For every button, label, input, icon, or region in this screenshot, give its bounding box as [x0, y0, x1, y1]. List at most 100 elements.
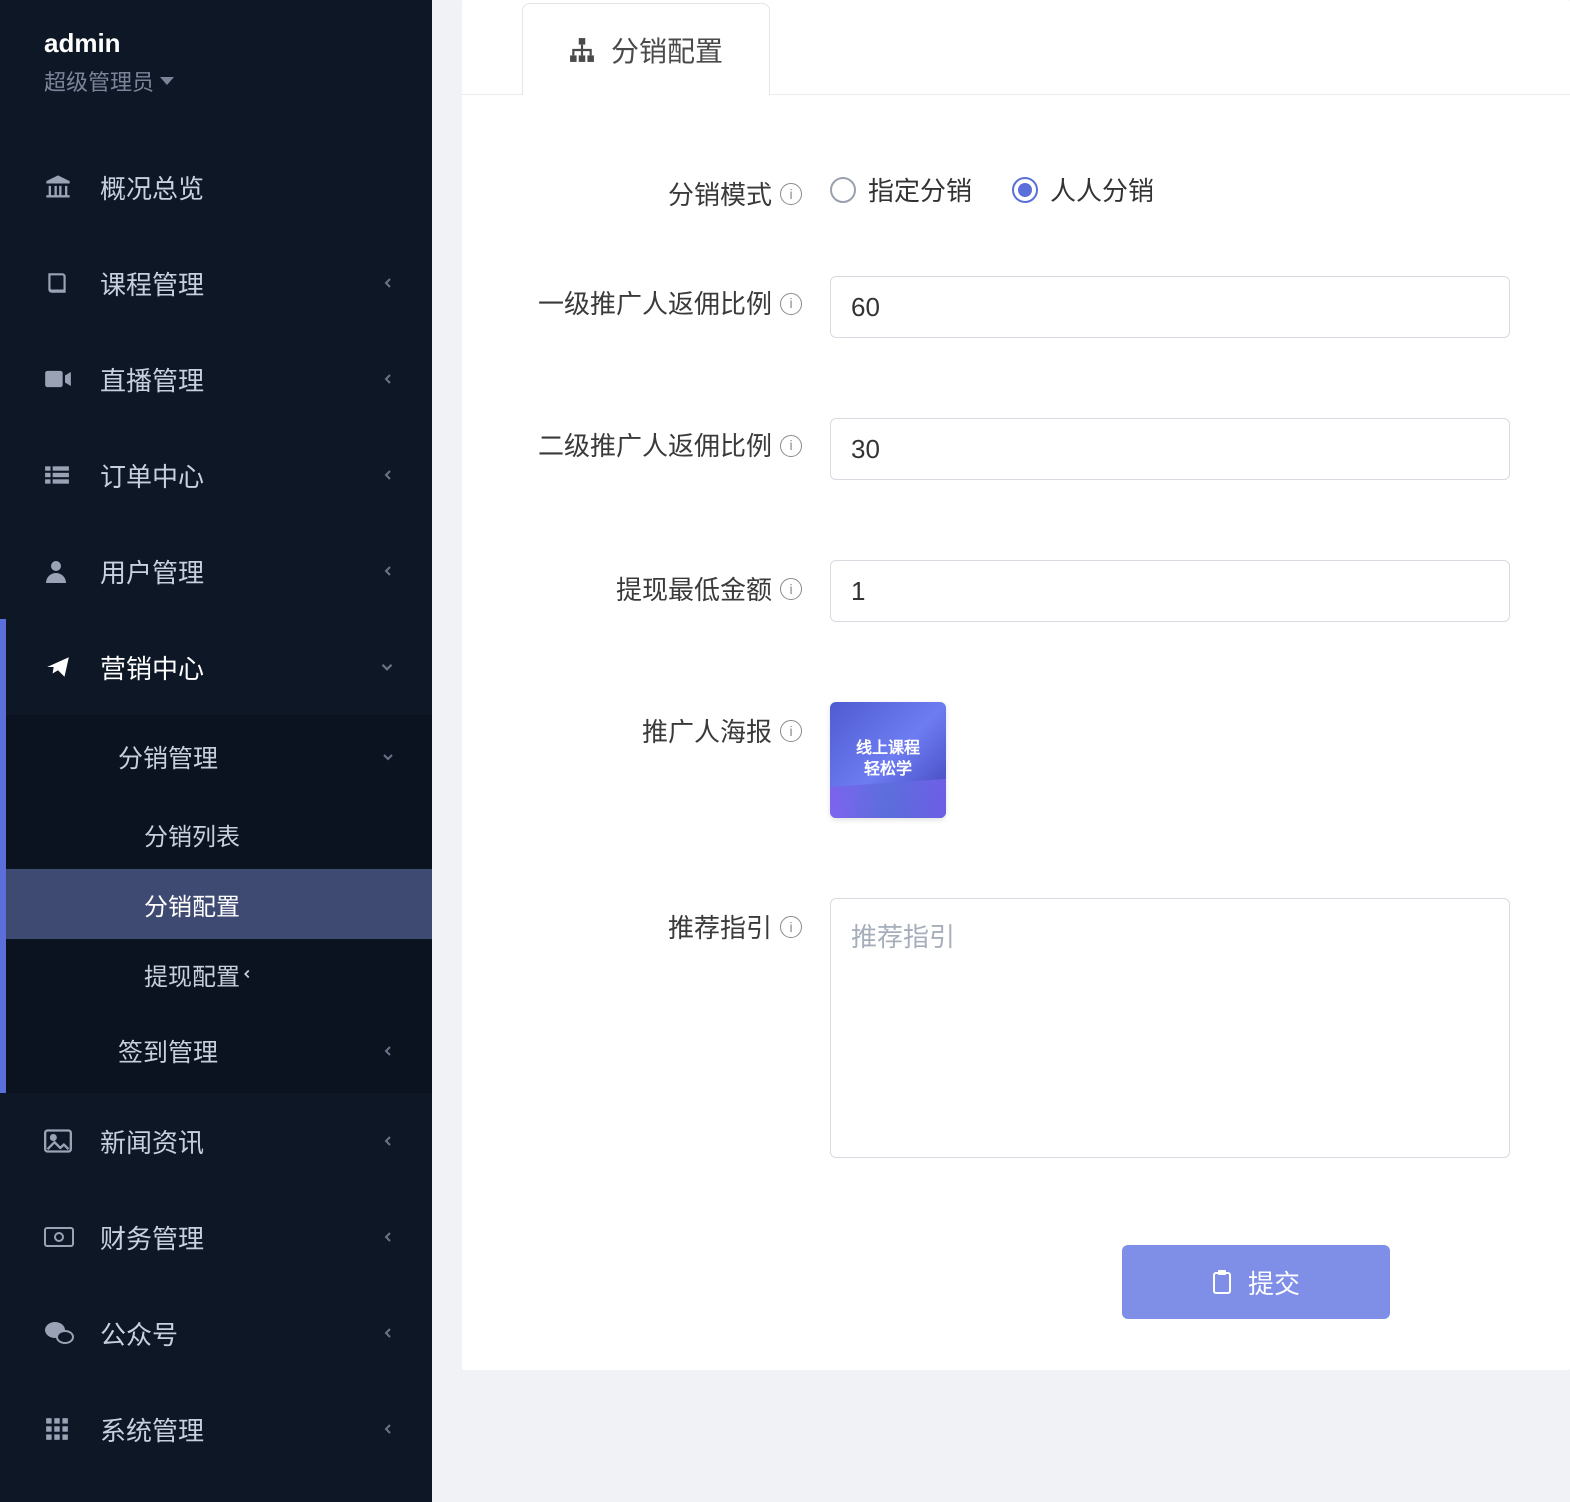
label-text: 分销模式 [668, 175, 772, 212]
label-text: 推荐指引 [668, 908, 772, 945]
nav: 概况总览 课程管理 直播管理 订单中心 [0, 139, 432, 1477]
grid-icon [44, 1416, 78, 1442]
form-row-level2: 二级推广人返佣比例 i [522, 418, 1510, 480]
form-row-guide: 推荐指引 i [522, 898, 1510, 1165]
input-min-withdraw[interactable] [830, 560, 1510, 622]
radio-mode-appointed[interactable]: 指定分销 [830, 171, 972, 208]
form-row-level1: 一级推广人返佣比例 i [522, 276, 1510, 338]
sidebar-item-label: 系统管理 [100, 1411, 380, 1448]
poster-thumb-text: 轻松学 [864, 760, 912, 781]
sidebar-item-wechat[interactable]: 公众号 [0, 1285, 432, 1381]
user-box: admin 超级管理员 [0, 0, 432, 119]
info-icon[interactable]: i [780, 183, 802, 205]
chevron-left-icon [240, 967, 254, 981]
sidebar-item-news[interactable]: 新闻资讯 [0, 1093, 432, 1189]
sidebar-item-finance[interactable]: 财务管理 [0, 1189, 432, 1285]
label-mode: 分销模式 i [522, 165, 802, 212]
sidebar-leafgroup-distribution: 分销列表 分销配置 提现配置 [0, 799, 432, 1009]
user-role-label: 超级管理员 [44, 65, 154, 97]
input-level2-rate[interactable] [830, 418, 1510, 480]
sidebar-item-live[interactable]: 直播管理 [0, 331, 432, 427]
ctrl-mode: 指定分销 人人分销 [802, 165, 1510, 208]
ctrl-guide [802, 898, 1510, 1165]
radio-label: 指定分销 [868, 171, 972, 208]
input-level1-rate[interactable] [830, 276, 1510, 338]
submit-button[interactable]: 提交 [1122, 1245, 1390, 1319]
chevron-left-icon [380, 467, 396, 483]
list-icon [44, 464, 78, 486]
sidebar-item-label: 分销列表 [144, 817, 240, 852]
sidebar-item-label: 用户管理 [100, 553, 380, 590]
sidebar-item-label: 概况总览 [100, 169, 396, 206]
sidebar-item-label: 订单中心 [100, 457, 380, 494]
label-level2: 二级推广人返佣比例 i [522, 418, 802, 464]
textarea-guide[interactable] [830, 898, 1510, 1158]
user-name: admin [44, 28, 388, 59]
radio-label: 人人分销 [1050, 171, 1154, 208]
bank-icon [44, 173, 78, 201]
chevron-down-icon [380, 749, 396, 765]
chevron-left-icon [380, 1133, 396, 1149]
sitemap-icon [569, 38, 595, 62]
sidebar-item-users[interactable]: 用户管理 [0, 523, 432, 619]
label-guide: 推荐指引 i [522, 898, 802, 945]
label-min-withdraw: 提现最低金额 i [522, 560, 802, 607]
sidebar-leaf-withdraw-config[interactable]: 提现配置 [0, 939, 432, 1009]
sidebar-item-label: 财务管理 [100, 1219, 380, 1256]
sidebar-item-orders[interactable]: 订单中心 [0, 427, 432, 523]
sidebar-item-label: 新闻资讯 [100, 1123, 380, 1160]
info-icon[interactable]: i [780, 435, 802, 457]
chevron-left-icon [380, 563, 396, 579]
chevron-left-icon [380, 1043, 396, 1059]
user-role-toggle[interactable]: 超级管理员 [44, 65, 388, 97]
radio-mode-everyone[interactable]: 人人分销 [1012, 171, 1154, 208]
ctrl-level2 [802, 418, 1510, 480]
caret-down-icon [160, 77, 174, 85]
sidebar-leaf-dist-list[interactable]: 分销列表 [0, 799, 432, 869]
wechat-icon [44, 1320, 78, 1346]
ctrl-min-withdraw [802, 560, 1510, 622]
sidebar-item-marketing[interactable]: 营销中心 [0, 619, 432, 715]
ctrl-poster: 线上课程 轻松学 [802, 702, 1510, 818]
tab-label: 分销配置 [611, 30, 723, 70]
chevron-left-icon [380, 275, 396, 291]
user-icon [44, 558, 78, 584]
image-icon [44, 1129, 78, 1153]
sidebar-item-label: 直播管理 [100, 361, 380, 398]
form-row-poster: 推广人海报 i 线上课程 轻松学 [522, 702, 1510, 818]
info-icon[interactable]: i [780, 578, 802, 600]
book-icon [44, 270, 78, 296]
sidebar-subgroup-marketing: 分销管理 分销列表 分销配置 提现配置 [0, 715, 432, 1093]
sidebar-subitem-distribution[interactable]: 分销管理 [0, 715, 432, 799]
label-text: 一级推广人返佣比例 [538, 286, 772, 322]
sidebar-item-label: 公众号 [100, 1315, 380, 1352]
tab-dist-config[interactable]: 分销配置 [522, 3, 770, 95]
radio-group-mode: 指定分销 人人分销 [830, 165, 1510, 208]
info-icon[interactable]: i [780, 916, 802, 938]
info-icon[interactable]: i [780, 720, 802, 742]
panel: 分销配置 分销模式 i 指定分销 [462, 0, 1570, 1370]
label-text: 推广人海报 [642, 712, 772, 749]
main: 分销配置 分销模式 i 指定分销 [432, 0, 1570, 1502]
sidebar-item-course[interactable]: 课程管理 [0, 235, 432, 331]
money-icon [44, 1227, 78, 1247]
chevron-left-icon [380, 1325, 396, 1341]
chevron-down-icon [378, 658, 396, 676]
sidebar-item-label: 分销管理 [118, 739, 380, 775]
chevron-left-icon [380, 1229, 396, 1245]
sidebar-subitem-signin[interactable]: 签到管理 [0, 1009, 432, 1093]
chevron-left-icon [380, 1421, 396, 1437]
form-row-mode: 分销模式 i 指定分销 人人分销 [522, 165, 1510, 212]
sidebar-item-overview[interactable]: 概况总览 [0, 139, 432, 235]
label-level1: 一级推广人返佣比例 i [522, 276, 802, 322]
poster-thumb-text: 线上课程 [856, 739, 920, 760]
poster-thumbnail[interactable]: 线上课程 轻松学 [830, 702, 946, 818]
sidebar-item-system[interactable]: 系统管理 [0, 1381, 432, 1477]
sidebar-item-label: 课程管理 [100, 265, 380, 302]
info-icon[interactable]: i [780, 293, 802, 315]
submit-row: 提交 [522, 1245, 1510, 1319]
sidebar-leaf-dist-config[interactable]: 分销配置 [0, 869, 432, 939]
radio-dot-icon [1012, 177, 1038, 203]
sidebar: admin 超级管理员 概况总览 课程管理 [0, 0, 432, 1502]
clipboard-icon [1212, 1270, 1232, 1294]
